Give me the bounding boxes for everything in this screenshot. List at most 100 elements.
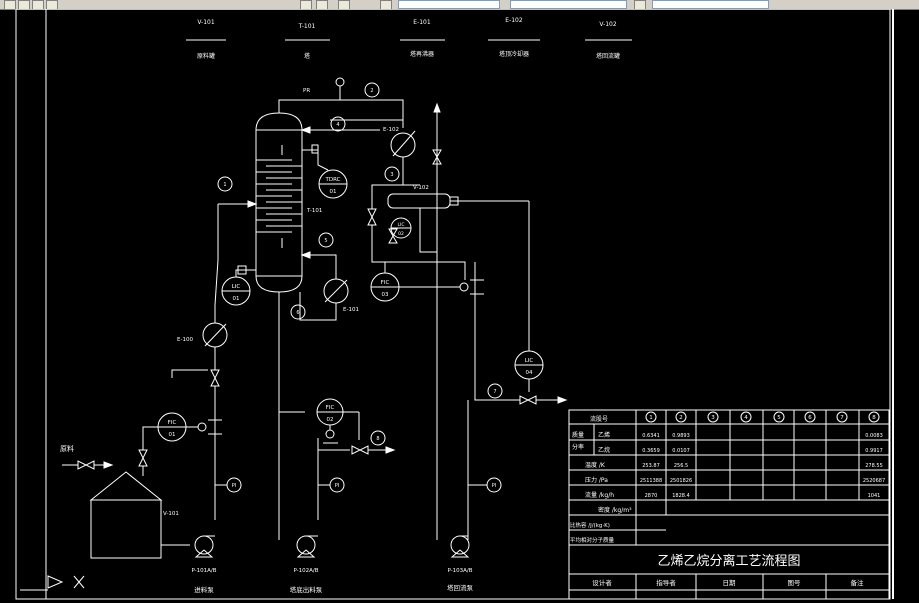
stream-number: 6 [296,310,299,316]
drawing-title: 乙烯乙烷分离工艺流程图 [657,553,800,569]
valve-icon [351,445,362,455]
instrument-tag: LIC [232,284,241,290]
table-row-label: 温度 /K [585,461,606,469]
pump-tag: P-103A/B [447,568,472,574]
table-row-label: 平均相对分子质量 [570,536,615,544]
valve-icon [519,395,530,405]
stream-number: 5 [777,415,781,421]
stream-table [568,409,890,600]
process-flow-diagram: V-101 原料罐 T-101 塔 E-101 塔再沸器 E-102 塔顶冷却器… [15,9,894,600]
table-row-label: 乙烯 [598,431,610,439]
instrument-tag: FIC [381,280,390,286]
stream-number: 1 [649,415,653,421]
stream-number: 3 [711,415,715,421]
stream-number: 7 [493,389,496,395]
stream-number: 7 [840,415,844,421]
instrument-number: 02 [327,417,334,423]
equipment-name: 塔再沸器 [410,50,434,58]
instrument-tag: LIC [398,222,405,228]
drum-label: V-102 [413,185,429,191]
valve-icon [367,215,377,226]
table-cell: 1828.4 [672,493,690,499]
stream-number: 3 [390,172,393,178]
stream-number: 5 [324,238,327,244]
valve-icon [210,369,220,380]
table-cell: 278.55 [865,463,883,469]
table-cell: 1041 [868,493,881,499]
equipment-list: V-101 原料罐 T-101 塔 E-101 塔再沸器 E-102 塔顶冷却器… [197,17,620,60]
table-cell: 0.3659 [642,448,660,454]
pump-tag: P-102A/B [293,568,318,574]
pi-label: PI [492,483,497,489]
table-row-label: 流量 /kg/h [585,491,614,499]
stream-number: 2 [370,88,373,94]
linetype-dropdown[interactable] [510,0,627,9]
table-row-label: 乙烷 [598,446,610,454]
table-cell: 0.6341 [642,433,660,439]
instrument-number: 01 [330,189,337,195]
instrument-tag: TDRC [325,177,341,183]
table-cell: 0.0107 [672,448,690,454]
stream-number: 8 [376,436,379,442]
title-block-field: 备注 [851,578,865,587]
feed-tank-v101 [90,499,162,559]
title-block-field: 日期 [723,579,737,587]
reflux-drum-v102 [387,193,451,209]
stream-table-text: 流股号 1 2 3 4 5 6 7 8 质量 分率 乙烯 0.6341 0.9893… [570,415,885,587]
pump-name: 进料泵 [194,585,214,594]
diagram-labels: PR T-101 E-102 V-102 E-101 E-100 V-101 原… [60,88,533,594]
instrument-number: 01 [169,432,176,438]
table-cell: 0.9893 [672,433,690,439]
lineweight-dropdown[interactable] [652,0,769,9]
pi-label: PI [232,483,237,489]
table-cell: 2870 [645,493,658,499]
layer-dropdown[interactable] [398,0,500,9]
stream-number: 2 [679,415,683,421]
equipment-tag: V-101 [197,19,215,26]
instrument-tag: LIC [525,358,534,364]
valve-icon [358,445,369,455]
table-cell: 2511388 [640,478,662,484]
stream-number: 4 [744,415,748,421]
table-cell: 0.9917 [865,448,883,454]
table-header-label: 流股号 [590,415,608,423]
pressure-label: PR [303,88,310,94]
pressure-gauge-icon [335,77,345,87]
pump-p102-icon [296,535,316,555]
table-cell: 2520687 [863,478,885,484]
table-row-label: 比热容 /J/(kg·K) [570,521,610,529]
valve-icon [138,449,148,460]
valve-icon [138,456,148,467]
group-label: 分率 [572,443,584,451]
equipment-name: 原料罐 [197,52,215,60]
table-cell: 2501826 [670,478,692,484]
feed-tank-roof [89,471,163,501]
title-block-field: 图号 [788,579,802,587]
equipment-name: 塔 [304,52,310,60]
stream-number: 4 [336,122,339,128]
equipment-tag: V-102 [599,21,617,28]
equipment-name: 塔回流罐 [596,52,620,60]
instrument-tag: FIC [326,405,335,411]
heater-label: E-100 [177,337,193,343]
column-trays [256,145,302,248]
condenser-label: E-102 [383,127,399,133]
table-cell: 253.87 [642,463,660,469]
instrument-number: 04 [526,370,533,376]
instrument-number: 03 [382,292,389,298]
valve-icon [84,460,95,470]
valve-icon [210,376,220,387]
equipment-tag: T-101 [298,23,316,30]
pi-label: PI [335,483,340,489]
feed-label: 原料 [60,444,74,453]
feed-tank-label: V-101 [163,511,179,517]
instrument-number: 01 [233,296,240,302]
table-row-label: 压力 /Pa [585,476,608,484]
valve-icon [526,395,537,405]
pump-name: 塔底出料泵 [290,585,323,594]
pump-name: 塔回流泵 [447,583,474,592]
column-label: T-101 [306,208,322,214]
pump-tag: P-101A/B [191,568,216,574]
stream-number: 1 [223,182,226,188]
table-cell: 0.0083 [865,433,883,439]
